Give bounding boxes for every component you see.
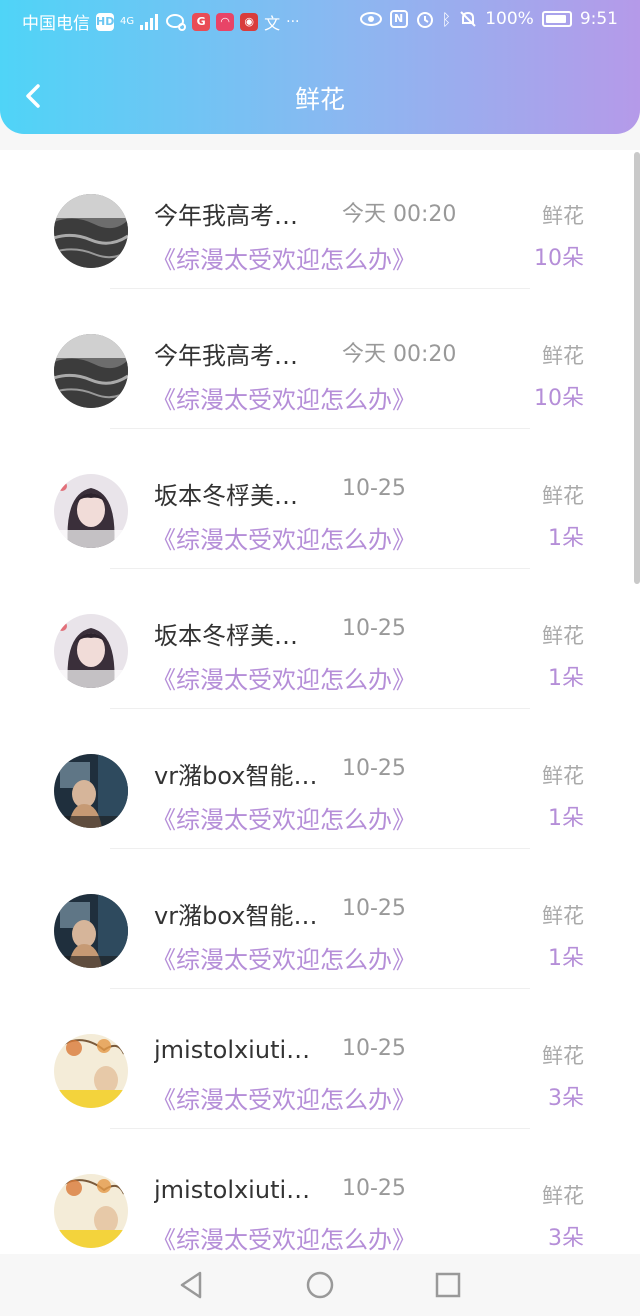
gift-count: 1朵 [548,526,584,551]
divider [110,708,530,709]
divider [110,428,530,429]
network-type: 4G [120,15,135,27]
flower-list[interactable]: 今年我高考… 今天 00:20 《综漫太受欢迎怎么办》 鲜花 10朵 今年我高考… [0,150,640,1254]
battery-percent: 100% [485,9,534,29]
app-g-icon: G [192,12,211,31]
send-time: 10-25 [342,756,406,781]
book-title: 《综漫太受欢迎怎么办》 [152,246,416,274]
sender-name: 坂本冬桴美… [154,622,298,650]
send-time: 10-25 [342,1176,406,1201]
gift-count: 10朵 [534,246,584,271]
sender-name: 坂本冬桴美… [154,482,298,510]
list-item[interactable]: 今年我高考… 今天 00:20 《综漫太受欢迎怎么办》 鲜花 10朵 [0,290,640,430]
gift-type-label: 鲜花 [542,1044,584,1068]
sender-name: 今年我高考… [154,202,298,230]
alarm-icon [416,12,433,28]
list-item[interactable]: vr潴box智能… 10-25 《综漫太受欢迎怎么办》 鲜花 1朵 [0,710,640,850]
status-bar: 中国电信 HD 4G G ◠ ◉ 文 ··· N ᛒ 100% 9:51 [0,0,640,40]
divider [110,288,530,289]
nfc-icon: N [389,10,408,28]
list-item[interactable]: jmistolxiutio… 10-25 《综漫太受欢迎怎么办》 鲜花 3朵 [0,1130,640,1254]
recents-square-icon[interactable] [431,1268,465,1302]
gift-type-label: 鲜花 [542,484,584,508]
gift-count: 1朵 [548,806,584,831]
bluetooth-icon: ᛒ [441,9,452,29]
mute-icon [460,11,476,27]
send-time: 今天 00:20 [342,342,457,367]
back-triangle-icon[interactable] [174,1268,208,1302]
eye-icon [359,12,382,26]
send-time: 10-25 [342,616,406,641]
gift-type-label: 鲜花 [542,344,584,368]
app-face-icon: ◠ [216,12,235,31]
translate-icon: 文 [264,13,281,33]
gift-type-label: 鲜花 [542,764,584,788]
sender-name: 今年我高考… [154,342,298,370]
send-time: 10-25 [342,476,406,501]
sender-name: jmistolxiutio… [154,1036,324,1064]
header-bar: 中国电信 HD 4G G ◠ ◉ 文 ··· N ᛒ 100% 9:51 鲜花 [0,0,640,134]
app-glasses-icon: ◉ [240,12,259,31]
hd-icon: HD [96,12,114,31]
gift-type-label: 鲜花 [542,1184,584,1208]
avatar[interactable] [54,754,128,828]
divider [110,568,530,569]
list-item[interactable]: 坂本冬桴美… 10-25 《综漫太受欢迎怎么办》 鲜花 1朵 [0,570,640,710]
list-item[interactable]: vr潴box智能… 10-25 《综漫太受欢迎怎么办》 鲜花 1朵 [0,850,640,990]
send-time: 10-25 [342,896,406,921]
carrier-label: 中国电信 [22,14,90,34]
book-title: 《综漫太受欢迎怎么办》 [152,666,416,694]
gift-count: 1朵 [548,666,584,691]
sender-name: vr潴box智能… [154,762,318,790]
avatar[interactable] [54,194,128,268]
book-title: 《综漫太受欢迎怎么办》 [152,1086,416,1114]
gift-count: 1朵 [548,946,584,971]
signal-icon [140,13,159,30]
scrollbar[interactable] [634,152,640,584]
battery-icon [541,11,572,27]
divider [110,1128,530,1129]
book-title: 《综漫太受欢迎怎么办》 [152,526,416,554]
clock: 9:51 [579,9,618,29]
sender-name: vr潴box智能… [154,902,318,930]
send-time: 10-25 [342,1036,406,1061]
more-icon: ··· [286,13,300,30]
home-circle-icon[interactable] [303,1268,337,1302]
gift-type-label: 鲜花 [542,904,584,928]
gift-count: 10朵 [534,386,584,411]
gift-count: 3朵 [548,1086,584,1111]
sender-name: jmistolxiutio… [154,1176,324,1204]
book-title: 《综漫太受欢迎怎么办》 [152,946,416,974]
system-nav-bar [0,1254,640,1316]
avatar[interactable] [54,614,128,688]
list-item[interactable]: 坂本冬桴美… 10-25 《综漫太受欢迎怎么办》 鲜花 1朵 [0,430,640,570]
divider [110,988,530,989]
gift-type-label: 鲜花 [542,204,584,228]
avatar[interactable] [54,1034,128,1108]
page-title: 鲜花 [294,85,345,114]
avatar[interactable] [54,894,128,968]
list-item[interactable]: jmistolxiutio… 10-25 《综漫太受欢迎怎么办》 鲜花 3朵 [0,990,640,1130]
avatar[interactable] [54,474,128,548]
avatar[interactable] [54,334,128,408]
gift-count: 3朵 [548,1226,584,1251]
list-item[interactable]: 今年我高考… 今天 00:20 《综漫太受欢迎怎么办》 鲜花 10朵 [0,150,640,290]
avatar[interactable] [54,1174,128,1248]
book-title: 《综漫太受欢迎怎么办》 [152,386,416,414]
gift-type-label: 鲜花 [542,624,584,648]
send-time: 今天 00:20 [342,202,457,227]
chat-icon [166,13,187,31]
book-title: 《综漫太受欢迎怎么办》 [152,1226,416,1254]
book-title: 《综漫太受欢迎怎么办》 [152,806,416,834]
divider [110,848,530,849]
